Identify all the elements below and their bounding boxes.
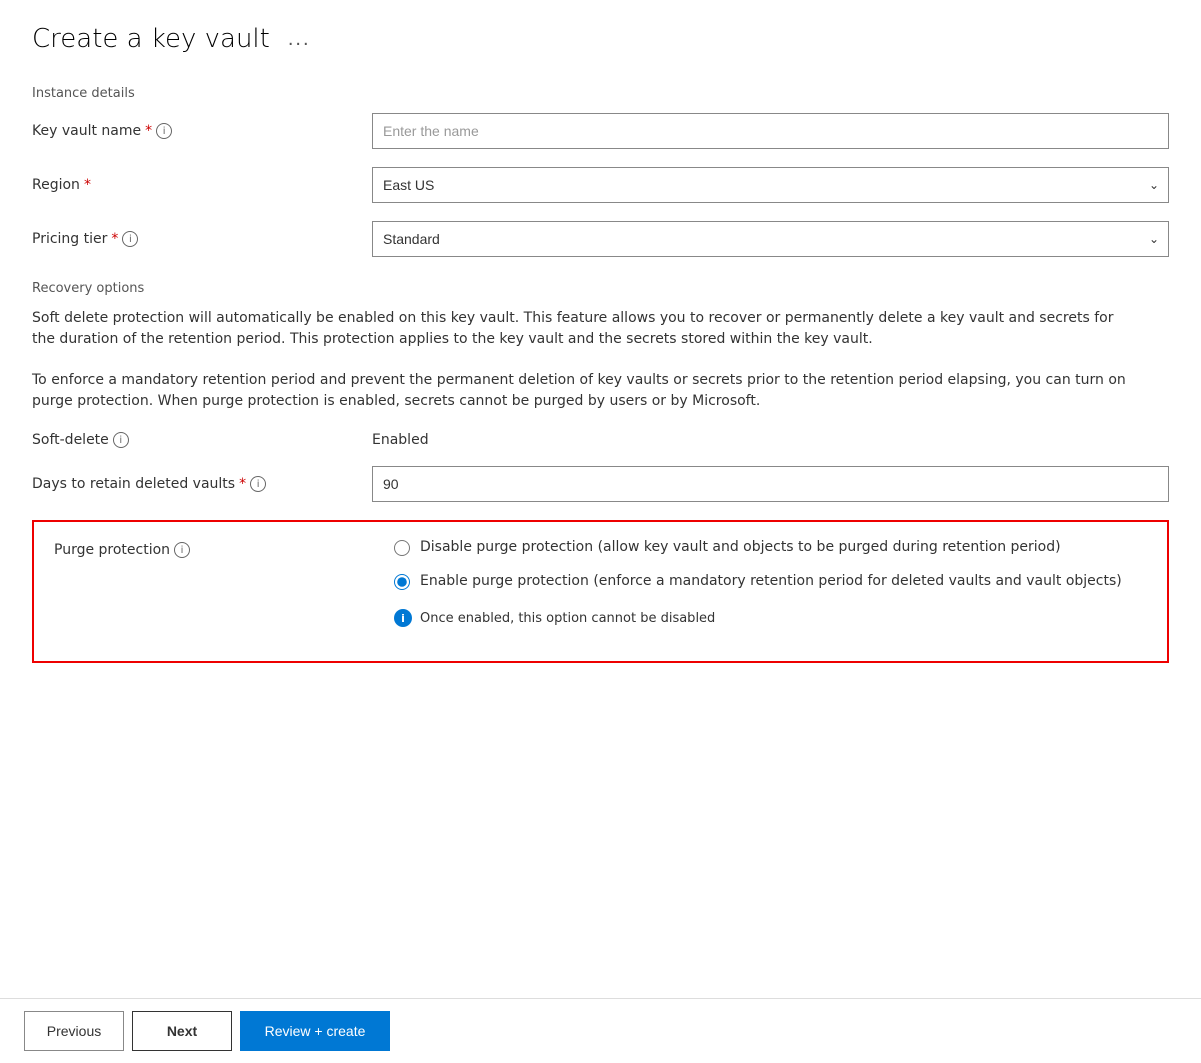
soft-delete-value-wrapper: Enabled bbox=[372, 432, 1169, 448]
days-retain-input[interactable] bbox=[372, 466, 1169, 502]
recovery-section: Recovery options Soft delete protection … bbox=[32, 281, 1169, 663]
review-create-button[interactable]: Review + create bbox=[240, 1011, 390, 1051]
soft-delete-info-icon[interactable]: i bbox=[113, 432, 129, 448]
purge-enable-label: Enable purge protection (enforce a manda… bbox=[420, 572, 1122, 592]
region-select[interactable]: East US West US West Europe East Asia bbox=[372, 167, 1169, 203]
purge-protection-info-icon[interactable]: i bbox=[174, 542, 190, 558]
pricing-tier-info-icon[interactable]: i bbox=[122, 231, 138, 247]
soft-delete-value: Enabled bbox=[372, 432, 429, 448]
key-vault-name-input-wrapper bbox=[372, 113, 1169, 149]
page-title: Create a key vault bbox=[32, 24, 270, 54]
pricing-tier-select[interactable]: Standard Premium bbox=[372, 221, 1169, 257]
key-vault-name-input[interactable] bbox=[372, 113, 1169, 149]
key-vault-name-row: Key vault name * i bbox=[32, 113, 1169, 149]
key-vault-name-info-icon[interactable]: i bbox=[156, 123, 172, 139]
footer-bar: Previous Next Review + create bbox=[0, 998, 1201, 1063]
purge-protection-note: i Once enabled, this option cannot be di… bbox=[394, 609, 1147, 627]
required-star-days: * bbox=[239, 476, 246, 492]
recovery-section-label: Recovery options bbox=[32, 281, 1169, 296]
pricing-tier-select-wrapper: Standard Premium ⌄ bbox=[372, 221, 1169, 257]
soft-delete-label: Soft-delete i bbox=[32, 432, 372, 448]
purge-protection-box: Purge protection i Disable purge protect… bbox=[32, 520, 1169, 663]
purge-disable-radio[interactable] bbox=[394, 540, 410, 556]
required-star-pricing: * bbox=[111, 231, 118, 247]
ellipsis-menu-button[interactable]: ... bbox=[282, 26, 317, 53]
soft-delete-row: Soft-delete i Enabled bbox=[32, 432, 1169, 448]
instance-section-label: Instance details bbox=[32, 86, 1169, 101]
purge-protection-options: Disable purge protection (allow key vaul… bbox=[394, 538, 1147, 627]
purge-protection-label: Purge protection i bbox=[54, 538, 394, 558]
purge-disable-label: Disable purge protection (allow key vaul… bbox=[420, 538, 1061, 558]
purge-note-text: Once enabled, this option cannot be disa… bbox=[420, 611, 715, 626]
soft-delete-description: Soft delete protection will automaticall… bbox=[32, 308, 1132, 350]
purge-enable-radio[interactable] bbox=[394, 574, 410, 590]
required-star-region: * bbox=[84, 177, 91, 193]
required-star: * bbox=[145, 123, 152, 139]
previous-button[interactable]: Previous bbox=[24, 1011, 124, 1051]
purge-description: To enforce a mandatory retention period … bbox=[32, 370, 1132, 412]
days-retain-input-wrapper bbox=[372, 466, 1169, 502]
purge-protection-row: Purge protection i Disable purge protect… bbox=[54, 538, 1147, 627]
purge-note-info-icon: i bbox=[394, 609, 412, 627]
purge-enable-option[interactable]: Enable purge protection (enforce a manda… bbox=[394, 572, 1147, 592]
days-retain-row: Days to retain deleted vaults * i bbox=[32, 466, 1169, 502]
key-vault-name-label: Key vault name * i bbox=[32, 123, 372, 139]
next-button[interactable]: Next bbox=[132, 1011, 232, 1051]
pricing-tier-label: Pricing tier * i bbox=[32, 231, 372, 247]
days-retain-label: Days to retain deleted vaults * i bbox=[32, 476, 372, 492]
days-retain-info-icon[interactable]: i bbox=[250, 476, 266, 492]
page-title-row: Create a key vault ... bbox=[32, 24, 1169, 54]
instance-details-section: Instance details Key vault name * i Regi… bbox=[32, 86, 1169, 257]
purge-disable-option[interactable]: Disable purge protection (allow key vaul… bbox=[394, 538, 1147, 558]
region-select-wrapper: East US West US West Europe East Asia ⌄ bbox=[372, 167, 1169, 203]
pricing-tier-row: Pricing tier * i Standard Premium ⌄ bbox=[32, 221, 1169, 257]
region-label: Region * bbox=[32, 177, 372, 193]
region-row: Region * East US West US West Europe Eas… bbox=[32, 167, 1169, 203]
